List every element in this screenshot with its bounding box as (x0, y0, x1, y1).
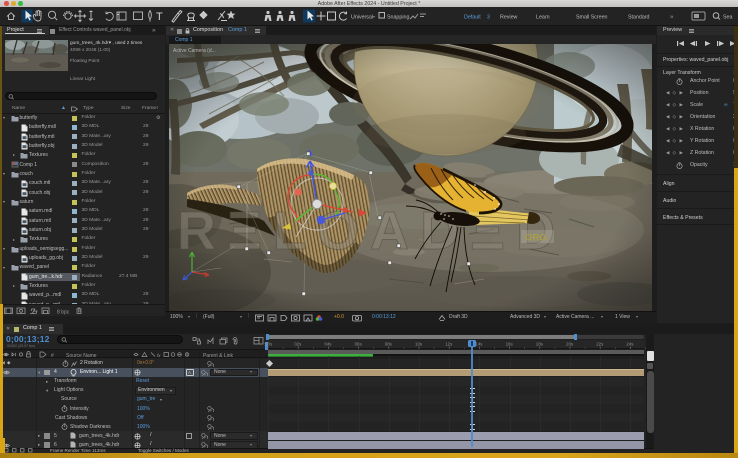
svg-text:▾: ▾ (373, 14, 375, 19)
svg-text:Review: Review (500, 15, 518, 21)
svg-text:Learn: Learn (536, 15, 550, 21)
svg-text:Snapping: Snapping (387, 15, 409, 21)
svg-text:»: » (670, 15, 674, 21)
svg-text:Standard: Standard (628, 15, 650, 21)
svg-text:fx: fx (157, 352, 161, 357)
svg-text:Universal: Universal (351, 15, 373, 21)
svg-text:#: # (51, 352, 54, 357)
svg-text:Default: Default (464, 15, 481, 21)
svg-text:Source Name: Source Name (66, 352, 97, 357)
svg-text:Sea: Sea (723, 15, 732, 21)
svg-text:Parent & Link: Parent & Link (203, 352, 234, 357)
svg-text:ORG: ORG (525, 233, 547, 244)
svg-text:T: T (156, 11, 163, 23)
svg-text:Active Camera (d...: Active Camera (d... (173, 48, 216, 54)
svg-text:Small Screen: Small Screen (576, 15, 608, 21)
svg-text:3: 3 (487, 15, 490, 21)
svg-text:8 bpc: 8 bpc (57, 310, 70, 316)
